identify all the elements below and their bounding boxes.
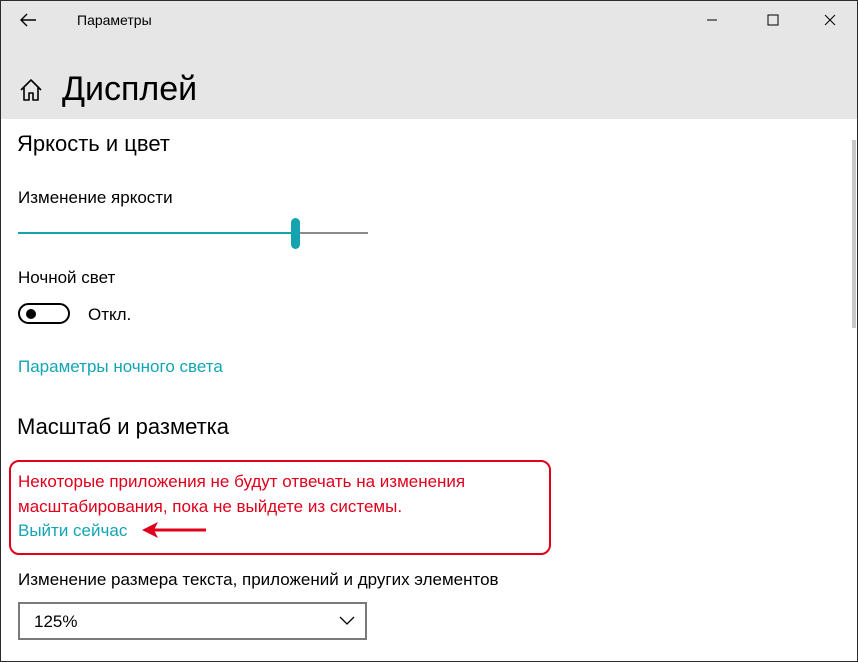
minimize-icon[interactable]: [689, 2, 735, 38]
section-heading-brightness: Яркость и цвет: [17, 131, 170, 156]
scale-dropdown-value: 125%: [34, 612, 78, 631]
section-heading-scale: Масштаб и разметка: [17, 414, 229, 439]
home-icon[interactable]: [18, 77, 44, 103]
scale-label: Изменение размера текста, приложений и д…: [18, 570, 499, 589]
page-title: Дисплей: [62, 70, 198, 108]
chevron-down-icon: [339, 616, 355, 625]
scale-dropdown[interactable]: 125%: [18, 602, 367, 640]
night-light-state: Откл.: [88, 305, 132, 324]
scale-warning-text: Некоторые приложения не будут отвечать н…: [18, 472, 466, 516]
scrollbar[interactable]: [852, 140, 856, 328]
close-icon[interactable]: [807, 2, 853, 38]
toggle-knob: [26, 309, 36, 319]
night-light-settings-link[interactable]: Параметры ночного света: [18, 357, 223, 377]
sign-out-now-link[interactable]: Выйти сейчас: [18, 521, 127, 541]
night-light-toggle[interactable]: [18, 303, 70, 324]
night-light-label: Ночной свет: [18, 268, 116, 287]
maximize-icon[interactable]: [750, 2, 796, 38]
annotation-arrow-icon: [142, 522, 206, 538]
back-arrow-icon[interactable]: [15, 7, 41, 33]
brightness-slider[interactable]: [18, 232, 368, 234]
brightness-slider-fill: [18, 232, 295, 234]
title-bar: Параметры: [1, 1, 857, 39]
brightness-label: Изменение яркости: [18, 188, 173, 207]
window-title: Параметры: [77, 12, 152, 28]
brightness-slider-thumb[interactable]: [291, 218, 300, 249]
